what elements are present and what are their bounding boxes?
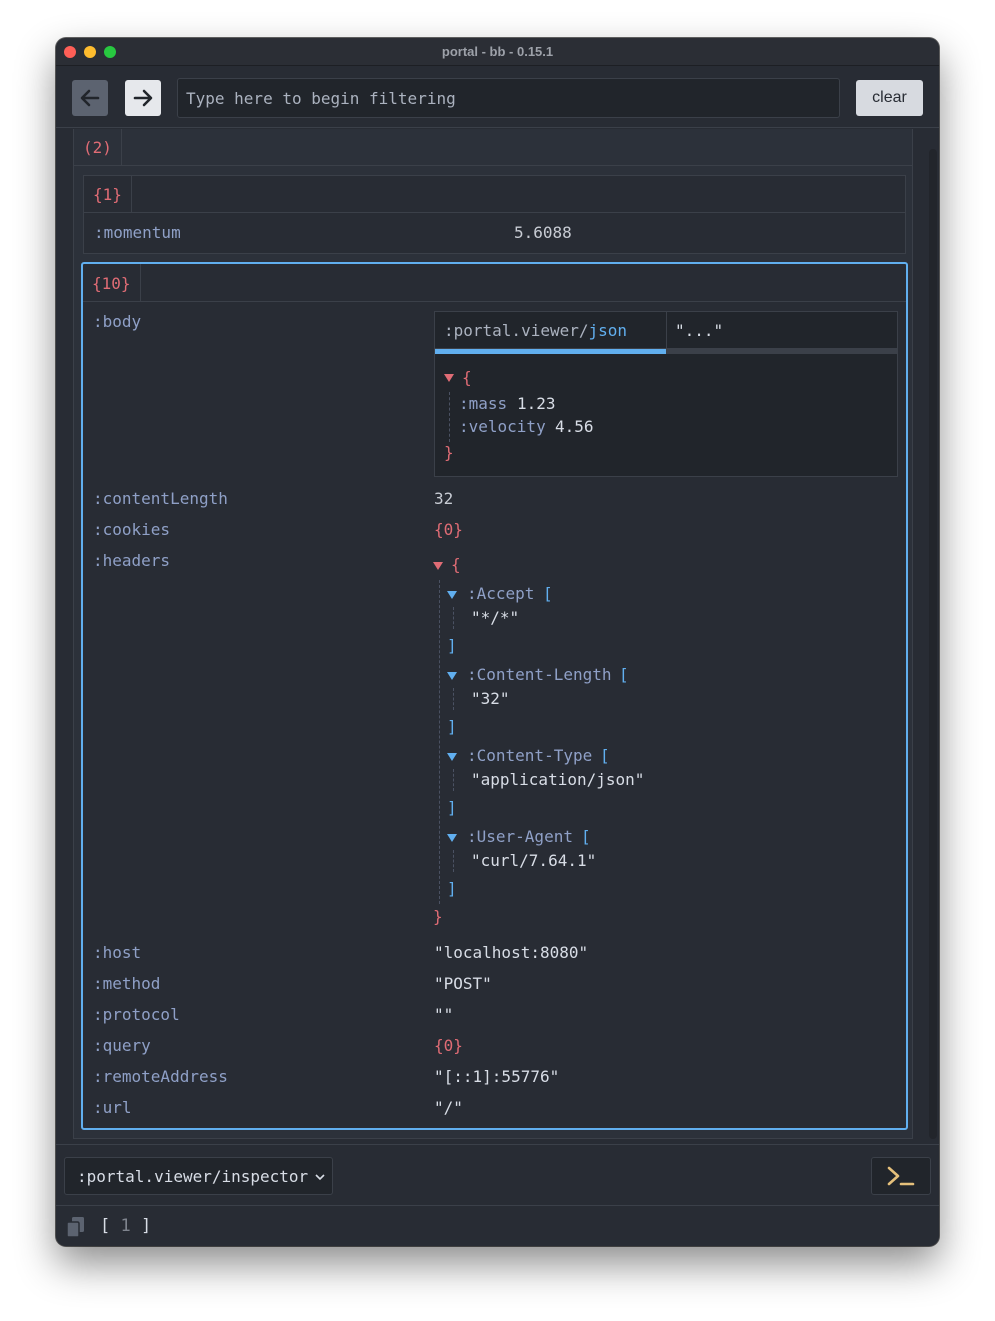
bottom-bar: :portal.viewer/inspector xyxy=(56,1144,939,1206)
mass-key[interactable]: :mass xyxy=(459,394,507,413)
url-key[interactable]: :url xyxy=(93,1098,132,1117)
triangle-down-icon[interactable] xyxy=(447,590,457,600)
outer-header: (2) xyxy=(74,129,912,166)
headers-close-brace: } xyxy=(433,907,443,926)
host-key[interactable]: :host xyxy=(93,943,141,962)
copy-icon[interactable] xyxy=(66,1216,86,1238)
inspector-panel[interactable]: (2) {1} :momentum 5.6088 {10} :body :por… xyxy=(56,129,939,1144)
user-agent-value[interactable]: "curl/7.64.1" xyxy=(471,851,596,870)
terminal-prompt-icon xyxy=(887,1166,915,1186)
viewer-tab-indicator xyxy=(435,349,666,354)
content-length-value[interactable]: 32 xyxy=(434,489,453,508)
momentum-value[interactable]: 5.6088 xyxy=(514,223,572,242)
velocity-value[interactable]: 4.56 xyxy=(555,417,594,436)
forward-button[interactable] xyxy=(125,80,161,116)
selection-open-bracket: [ xyxy=(100,1216,111,1236)
url-value[interactable]: "/" xyxy=(434,1098,463,1117)
headers-open-brace: { xyxy=(451,555,461,574)
indent-guide xyxy=(439,580,440,904)
app-window: portal - bb - 0.15.1 clear (2) {1} xyxy=(56,38,939,1246)
accept-open-bracket: [ xyxy=(543,584,553,603)
query-key[interactable]: :query xyxy=(93,1036,151,1055)
map-header: {10} xyxy=(83,264,906,302)
selection-indicator: [ 1 ] xyxy=(100,1216,151,1236)
collection-count-badge[interactable]: (2) xyxy=(74,129,122,166)
map-header: {1} xyxy=(84,176,905,213)
cookies-value[interactable]: {0} xyxy=(434,520,463,539)
map-count-badge[interactable]: {10} xyxy=(83,264,141,302)
window-title: portal - bb - 0.15.1 xyxy=(441,44,554,59)
body-key[interactable]: :body xyxy=(93,312,141,331)
indent-guide xyxy=(453,769,454,791)
user-agent-open-bracket: [ xyxy=(581,827,591,846)
momentum-key[interactable]: :momentum xyxy=(94,223,181,242)
content-length-open-bracket: [ xyxy=(619,665,629,684)
map-count-badge[interactable]: {1} xyxy=(84,176,132,213)
content-type-key[interactable]: :Content-Type xyxy=(467,746,592,765)
viewer-tabs: :portal.viewer/json "..." xyxy=(435,312,897,349)
body-json-viewer[interactable]: :portal.viewer/json "..." { :mass 1.23 :… xyxy=(434,311,898,477)
viewer-namespace: :portal.viewer/ xyxy=(444,321,589,340)
viewer-tab-json[interactable]: :portal.viewer/json xyxy=(435,312,667,349)
viewer-name: json xyxy=(588,321,628,340)
viewer-tab-raw[interactable]: "..." xyxy=(675,312,723,349)
selection-close-bracket: ] xyxy=(141,1216,152,1236)
remote-address-key[interactable]: :remoteAddress xyxy=(93,1067,228,1086)
query-value[interactable]: {0} xyxy=(434,1036,463,1055)
protocol-key[interactable]: :protocol xyxy=(93,1005,180,1024)
velocity-key[interactable]: :velocity xyxy=(459,417,546,436)
body-open-brace: { xyxy=(462,368,472,387)
user-agent-key[interactable]: :User-Agent xyxy=(467,827,573,846)
viewer-select-value: :portal.viewer/inspector xyxy=(77,1166,309,1186)
user-agent-close-bracket: ] xyxy=(447,879,457,898)
content-length-header-value[interactable]: "32" xyxy=(471,689,510,708)
indent-guide xyxy=(449,392,450,442)
chevron-down-icon xyxy=(315,1174,325,1181)
remote-address-value[interactable]: "[::1]:55776" xyxy=(434,1067,559,1086)
protocol-value[interactable]: "" xyxy=(434,1005,453,1024)
accept-value[interactable]: "*/*" xyxy=(471,608,519,627)
content-length-close-bracket: ] xyxy=(447,717,457,736)
toolbar: clear xyxy=(56,66,939,128)
request-map[interactable]: {10} :body :portal.viewer/json "..." { :… xyxy=(81,262,908,1130)
triangle-down-icon[interactable] xyxy=(447,752,457,762)
content-length-header-key[interactable]: :Content-Length xyxy=(467,665,612,684)
indent-guide xyxy=(453,688,454,710)
arrow-left-icon xyxy=(80,89,100,107)
mass-value[interactable]: 1.23 xyxy=(517,394,556,413)
title-bar: portal - bb - 0.15.1 xyxy=(56,38,939,66)
triangle-down-icon[interactable] xyxy=(447,833,457,843)
headers-key[interactable]: :headers xyxy=(93,551,170,570)
triangle-down-icon[interactable] xyxy=(444,373,454,383)
clear-button[interactable]: clear xyxy=(856,80,923,116)
body-close-brace: } xyxy=(444,443,454,462)
status-bar: [ 1 ] xyxy=(56,1206,939,1246)
viewer-select[interactable]: :portal.viewer/inspector xyxy=(64,1157,333,1195)
filter-input[interactable] xyxy=(177,78,840,118)
arrow-right-icon xyxy=(133,89,153,107)
accept-close-bracket: ] xyxy=(447,636,457,655)
method-value[interactable]: "POST" xyxy=(434,974,492,993)
momentum-map[interactable]: {1} :momentum 5.6088 xyxy=(83,175,906,254)
indent-guide xyxy=(453,607,454,629)
triangle-down-icon[interactable] xyxy=(433,561,443,571)
command-palette-button[interactable] xyxy=(871,1157,931,1195)
content-length-key[interactable]: :contentLength xyxy=(93,489,228,508)
method-key[interactable]: :method xyxy=(93,974,160,993)
host-value[interactable]: "localhost:8080" xyxy=(434,943,588,962)
content-type-value[interactable]: "application/json" xyxy=(471,770,644,789)
scrollbar[interactable] xyxy=(929,149,937,1139)
selection-count: 1 xyxy=(120,1216,131,1236)
triangle-down-icon[interactable] xyxy=(447,671,457,681)
indent-guide xyxy=(453,850,454,872)
content-type-close-bracket: ] xyxy=(447,798,457,817)
cookies-key[interactable]: :cookies xyxy=(93,520,170,539)
accept-key[interactable]: :Accept xyxy=(467,584,534,603)
content-type-open-bracket: [ xyxy=(600,746,610,765)
back-button[interactable] xyxy=(72,80,108,116)
